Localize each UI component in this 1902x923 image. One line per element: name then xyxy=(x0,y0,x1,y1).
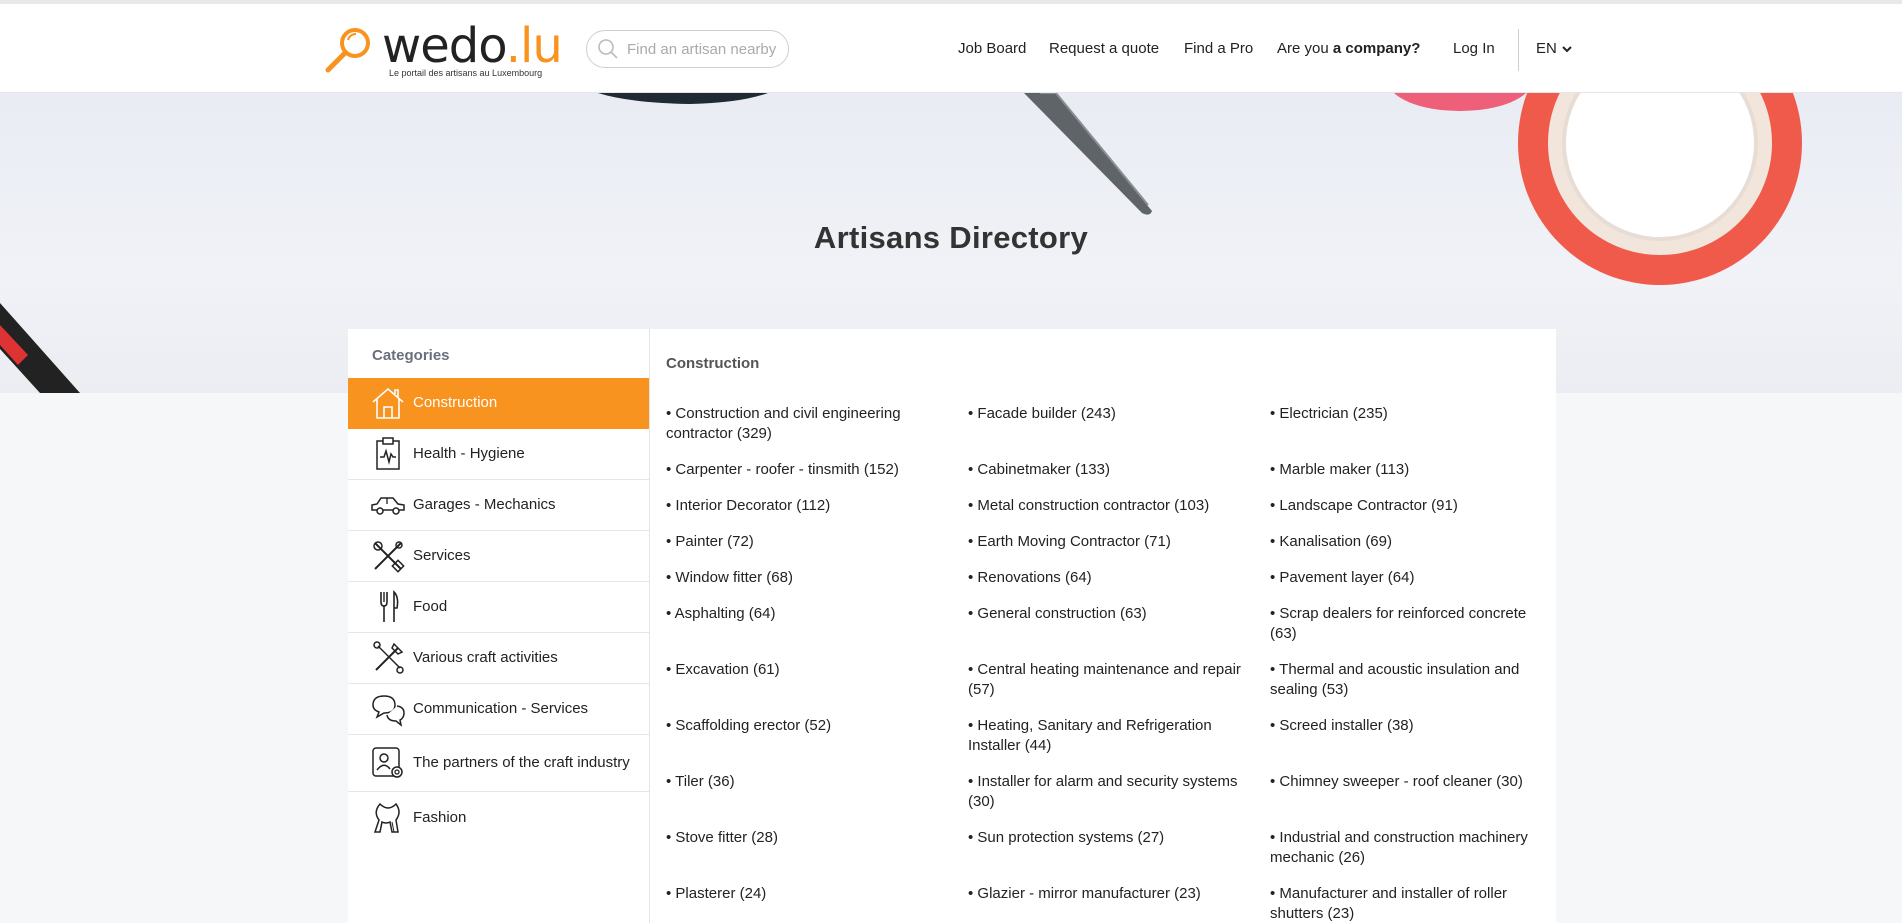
subcategory-link[interactable]: Installer for alarm and security systems… xyxy=(968,772,1253,812)
directory-panel: Categories Construction Health - Hygiene… xyxy=(348,329,1556,923)
partner-gear-icon xyxy=(370,745,406,781)
subcategory-link[interactable]: Carpenter - roofer - tinsmith (152) xyxy=(666,460,951,480)
sidebar-item-label: Communication - Services xyxy=(413,700,589,717)
sidebar-item-label: Garages - Mechanics xyxy=(413,496,556,513)
scarf-icon xyxy=(370,800,406,836)
sidebar-item-label: The partners of the craft industry xyxy=(413,754,630,771)
categories-sidebar: Categories Construction Health - Hygiene… xyxy=(348,329,650,923)
nav-job-board[interactable]: Job Board xyxy=(958,40,1026,57)
subcategory-link[interactable]: Industrial and construction machinery me… xyxy=(1270,828,1540,868)
page-title: Artisans Directory xyxy=(813,220,1089,255)
subcategory-link[interactable]: Construction and civil engineering contr… xyxy=(666,404,951,444)
sidebar-item-label: Services xyxy=(413,547,471,564)
subcategory-link[interactable]: Plasterer (24) xyxy=(666,884,951,904)
sidebar-item-communication-services[interactable]: Communication - Services xyxy=(348,684,649,735)
language-selector[interactable]: EN xyxy=(1536,40,1573,57)
subcategory-link[interactable]: Cabinetmaker (133) xyxy=(968,460,1253,480)
subcategory-link[interactable]: Metal construction contractor (103) xyxy=(968,496,1253,516)
subcategory-list: Construction Construction and civil engi… xyxy=(650,329,1556,923)
chevron-down-icon xyxy=(1562,45,1572,52)
subcategory-link[interactable]: Kanalisation (69) xyxy=(1270,532,1540,552)
sidebar-item-label: Health - Hygiene xyxy=(413,445,525,462)
subcategory-link[interactable]: Electrician (235) xyxy=(1270,404,1540,424)
subcategory-link[interactable]: Excavation (61) xyxy=(666,660,951,680)
sidebar-item-label: Fashion xyxy=(413,808,467,826)
subcategory-link[interactable]: Earth Moving Contractor (71) xyxy=(968,532,1253,552)
subcategory-link[interactable]: Thermal and acoustic insulation and seal… xyxy=(1270,660,1540,700)
language-label: EN xyxy=(1536,40,1557,57)
subcategory-link[interactable]: Interior Decorator (112) xyxy=(666,496,951,516)
sidebar-item-craft-partners[interactable]: The partners of the craft industry xyxy=(348,735,649,792)
subcategory-link[interactable]: Scrap dealers for reinforced concrete (6… xyxy=(1270,604,1540,644)
nav-request-quote[interactable]: Request a quote xyxy=(1049,40,1159,57)
sidebar-item-various-craft[interactable]: Various craft activities xyxy=(348,633,649,684)
nav-company[interactable]: Are you a company? xyxy=(1277,40,1420,57)
subcategory-link[interactable]: Painter (72) xyxy=(666,532,951,552)
subcategory-link[interactable]: Window fitter (68) xyxy=(666,568,951,588)
sidebar-item-label: Food xyxy=(413,598,448,615)
nav-login[interactable]: Log In xyxy=(1453,40,1495,57)
subcategory-link[interactable]: Asphalting (64) xyxy=(666,604,951,624)
nav-company-bold: a company? xyxy=(1332,40,1421,57)
sidebar-item-food[interactable]: Food xyxy=(348,582,649,633)
sidebar-item-construction[interactable]: Construction xyxy=(348,378,649,429)
subcategory-link[interactable]: Heating, Sanitary and Refrigeration Inst… xyxy=(968,716,1253,756)
nav-company-prefix: Are you xyxy=(1277,40,1333,57)
subcategory-link[interactable]: Landscape Contractor (91) xyxy=(1270,496,1540,516)
subcategory-link[interactable]: Tiler (36) xyxy=(666,772,951,792)
subcategory-link[interactable]: Manufacturer and installer of roller shu… xyxy=(1270,884,1540,923)
logo-tagline: Le portail des artisans au Luxembourg xyxy=(389,68,543,78)
subcategory-link[interactable]: Renovations (64) xyxy=(968,568,1253,588)
subcategory-link[interactable]: Screed installer (38) xyxy=(1270,716,1540,736)
sidebar-item-label: Construction xyxy=(413,394,498,411)
subcategory-link[interactable]: Marble maker (113) xyxy=(1270,460,1540,480)
sidebar-item-health-hygiene[interactable]: Health - Hygiene xyxy=(348,429,649,480)
nav-find-pro[interactable]: Find a Pro xyxy=(1184,40,1253,57)
nav-divider xyxy=(1518,29,1519,71)
sidebar-item-label: Various craft activities xyxy=(413,649,558,666)
tools-icon xyxy=(370,538,406,574)
sidebar-item-fashion[interactable]: Fashion xyxy=(348,792,649,843)
car-icon xyxy=(370,487,406,523)
house-icon xyxy=(370,385,406,421)
subcategory-link[interactable]: Glazier - mirror manufacturer (23) xyxy=(968,884,1253,904)
subcategory-link[interactable]: Scaffolding erector (52) xyxy=(666,716,951,736)
subcategory-link[interactable]: Central heating maintenance and repair (… xyxy=(968,660,1253,700)
subcategory-link[interactable]: Facade builder (243) xyxy=(968,404,1253,424)
subcategory-link[interactable]: Chimney sweeper - roof cleaner (30) xyxy=(1270,772,1540,792)
subcategory-link[interactable]: General construction (63) xyxy=(968,604,1253,624)
sidebar-title: Categories xyxy=(372,347,450,364)
subcategory-link[interactable]: Sun protection systems (27) xyxy=(968,828,1253,848)
subcategory-link[interactable]: Stove fitter (28) xyxy=(666,828,951,848)
craft-tools-icon xyxy=(370,640,406,676)
site-header: wedo.lu Le portail des artisans au Luxem… xyxy=(0,4,1902,93)
clipboard-health-icon xyxy=(370,436,406,472)
category-heading: Construction xyxy=(666,355,760,372)
main-nav: Job Board Request a quote Find a Pro Are… xyxy=(0,40,1902,64)
fork-knife-icon xyxy=(370,589,406,625)
subcategory-link[interactable]: Pavement layer (64) xyxy=(1270,568,1540,588)
speech-bubbles-icon xyxy=(370,691,406,727)
sidebar-item-garages-mechanics[interactable]: Garages - Mechanics xyxy=(348,480,649,531)
sidebar-item-services[interactable]: Services xyxy=(348,531,649,582)
